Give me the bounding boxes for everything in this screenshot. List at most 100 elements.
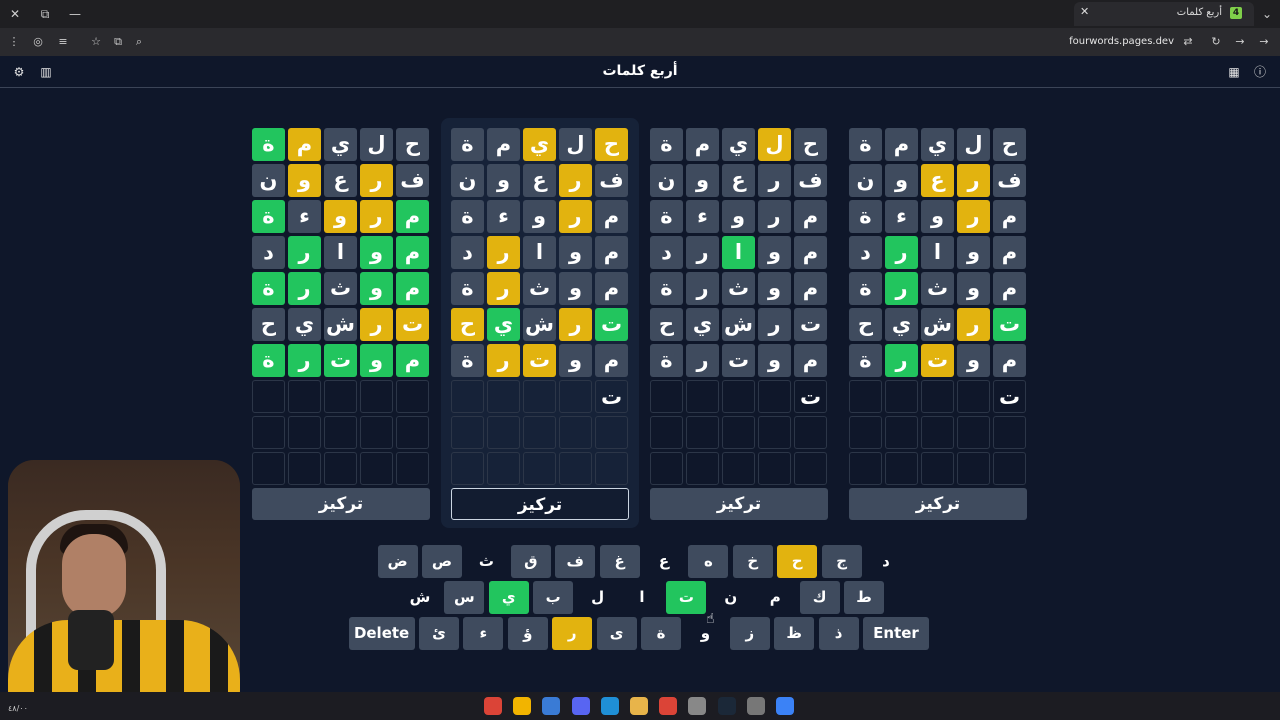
calendar-icon[interactable]: ▦	[1226, 64, 1242, 80]
r-app-icon[interactable]	[513, 697, 532, 715]
letter-tile: ف	[993, 164, 1026, 197]
keyboard-key[interactable]: ي	[488, 581, 529, 614]
enter-key[interactable]: Enter	[863, 617, 929, 650]
info-icon[interactable]: ⓘ	[1252, 64, 1268, 80]
keyboard-key[interactable]: ظ	[774, 617, 815, 650]
site-settings-icon[interactable]: ⇄	[1180, 34, 1196, 50]
keyboard-key[interactable]: ق	[510, 545, 551, 578]
focus-button[interactable]: تركيز	[451, 488, 629, 520]
letter-tile: و	[360, 272, 393, 305]
letter-tile	[849, 452, 882, 485]
letter-tile	[849, 380, 882, 413]
steam-icon[interactable]	[717, 697, 736, 715]
windows-icon[interactable]	[776, 697, 794, 715]
keyboard-key[interactable]: ء	[463, 617, 504, 650]
chrome-icon[interactable]	[484, 697, 502, 715]
letter-tile: ة	[650, 272, 683, 305]
focus-button[interactable]: تركيز	[252, 488, 430, 520]
letter-tile	[722, 452, 755, 485]
obs-icon[interactable]	[688, 697, 707, 715]
keyboard-key[interactable]: ؤ	[507, 617, 548, 650]
keyboard-key[interactable]: ن	[711, 581, 751, 614]
keyboard-key[interactable]: ح	[777, 545, 818, 578]
folder-icon[interactable]	[630, 697, 648, 715]
keyboard-key[interactable]: ع	[644, 545, 684, 578]
keyboard-key[interactable]: ه	[688, 545, 729, 578]
close-window-icon[interactable]: ✕	[6, 5, 24, 23]
keyboard-key[interactable]: ط	[844, 581, 884, 614]
keyboard-key[interactable]: م	[755, 581, 795, 614]
chrome-icon[interactable]	[659, 697, 678, 715]
minimize-window-icon[interactable]: —	[66, 5, 84, 23]
letter-tile: و	[487, 164, 520, 197]
keyboard-key[interactable]: ى	[596, 617, 637, 650]
keyboard-key[interactable]: ض	[377, 545, 418, 578]
letter-tile: و	[957, 344, 990, 377]
letter-tile	[794, 452, 827, 485]
letter-tile	[451, 452, 484, 485]
letter-tile: م	[993, 236, 1026, 269]
app-icon[interactable]	[542, 697, 561, 715]
keyboard-key[interactable]: ب	[533, 581, 574, 614]
letter-tile: ع	[523, 164, 556, 197]
keyboard-key[interactable]: ص	[422, 545, 462, 578]
settings-icon[interactable]	[746, 697, 765, 715]
keyboard-key[interactable]: س	[444, 581, 485, 614]
reload-icon[interactable]: ↻	[1208, 34, 1224, 50]
discord-icon[interactable]	[571, 697, 590, 715]
letter-tile: ي	[487, 308, 520, 341]
keyboard-key[interactable]: غ	[599, 545, 640, 578]
letter-tile: ا	[921, 236, 954, 269]
restore-window-icon[interactable]: ⧉	[36, 5, 54, 23]
letter-tile: ر	[885, 272, 918, 305]
keyboard-key[interactable]: ف	[555, 545, 596, 578]
delete-key[interactable]: Delete	[348, 617, 415, 650]
letter-tile	[758, 416, 791, 449]
keyboard-key[interactable]: ر	[552, 617, 593, 650]
letter-tile: ع	[921, 164, 954, 197]
browser-tab[interactable]: 4 أربع كلمات ✕	[1074, 2, 1254, 26]
letter-tile: ة	[451, 272, 484, 305]
keyboard-key[interactable]: ث	[466, 545, 506, 578]
keyboard-key[interactable]: ز	[729, 617, 770, 650]
tab-close-icon[interactable]: ✕	[1080, 5, 1089, 18]
keyboard-key[interactable]: ك	[799, 581, 840, 614]
letter-tile: و	[559, 236, 592, 269]
keyboard-key[interactable]: ة	[641, 617, 681, 650]
keyboard-key[interactable]: ئ	[419, 617, 459, 650]
windows-taskbar	[0, 692, 1280, 720]
forward-icon[interactable]: →	[1232, 34, 1248, 50]
bookmark-star-icon[interactable]: ☆	[88, 34, 104, 50]
letter-tile	[957, 380, 990, 413]
letter-tile: و	[921, 200, 954, 233]
back-icon[interactable]: →	[1256, 34, 1272, 50]
keyboard-key[interactable]: ا	[622, 581, 662, 614]
keyboard-key[interactable]: ج	[821, 545, 862, 578]
letter-tile	[252, 380, 285, 413]
letter-tile: ر	[559, 308, 592, 341]
keyboard-key[interactable]: ت	[666, 581, 707, 614]
edge-icon[interactable]	[600, 697, 619, 715]
focus-button[interactable]: تركيز	[849, 488, 1027, 520]
keyboard-key[interactable]: ش	[400, 581, 440, 614]
keyboard-key[interactable]: ل	[578, 581, 618, 614]
letter-tile	[324, 452, 357, 485]
reading-list-icon[interactable]: ≡	[55, 34, 71, 50]
tab-list-chevron-icon[interactable]: ⌄	[1258, 5, 1276, 23]
url-text[interactable]: fourwords.pages.dev	[1069, 36, 1174, 47]
menu-dots-icon[interactable]: ⋮	[6, 34, 22, 50]
letter-tile: و	[758, 344, 791, 377]
letter-tile: ف	[396, 164, 429, 197]
letter-tile: ة	[252, 272, 285, 305]
profile-icon[interactable]: ◎	[30, 34, 46, 50]
keyboard-key[interactable]: د	[866, 545, 906, 578]
focus-button[interactable]: تركيز	[650, 488, 828, 520]
keyboard-key[interactable]: ذ	[818, 617, 859, 650]
letter-tile: م	[595, 200, 628, 233]
letter-tile: ر	[559, 200, 592, 233]
letter-tile: ر	[360, 308, 393, 341]
zoom-icon[interactable]: ⌕	[131, 34, 147, 50]
letter-tile: ة	[451, 200, 484, 233]
keyboard-key[interactable]: خ	[732, 545, 773, 578]
share-icon[interactable]: ⧉	[110, 34, 126, 50]
